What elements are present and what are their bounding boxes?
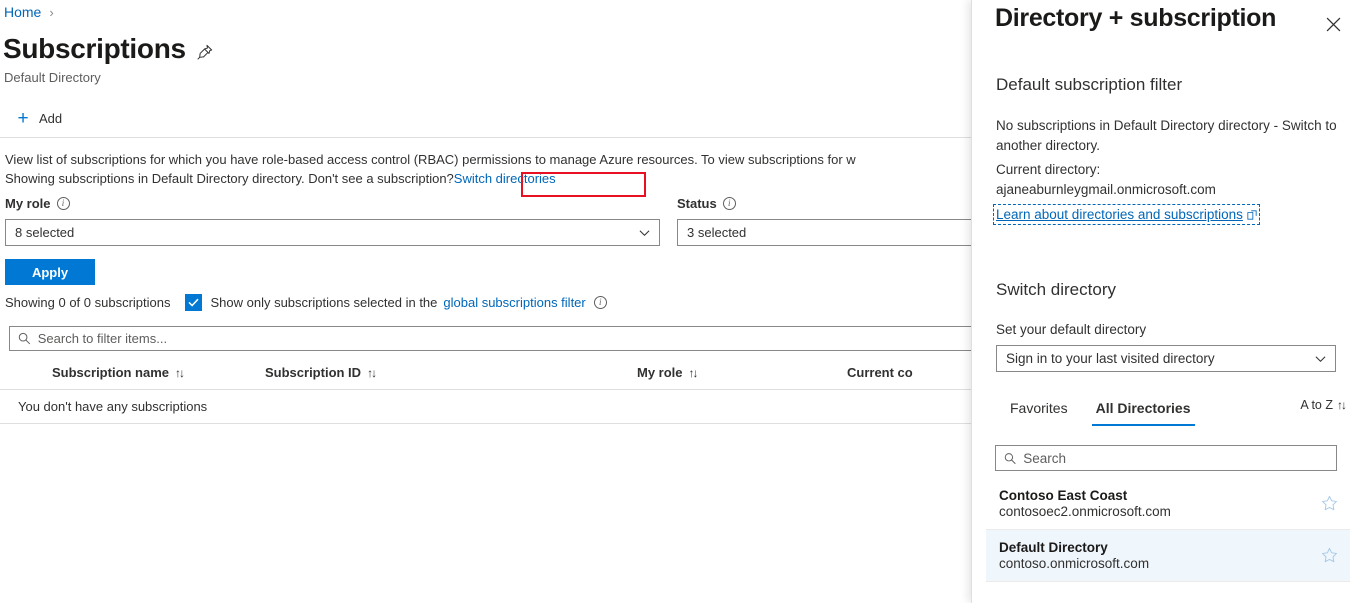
- directory-texts: Default Directory contoso.onmicrosoft.co…: [999, 540, 1318, 571]
- plus-icon: +: [15, 109, 31, 128]
- subscriptions-blade: Home › Subscriptions Default Directory +…: [0, 0, 971, 603]
- tab-favorites[interactable]: Favorites: [996, 396, 1082, 426]
- apply-button[interactable]: Apply: [5, 259, 95, 285]
- star-icon: [1321, 547, 1338, 564]
- current-directory-label: Current directory:: [996, 160, 1346, 180]
- close-button[interactable]: [1317, 8, 1349, 40]
- default-directory-select[interactable]: Sign in to your last visited directory: [996, 345, 1336, 372]
- directory-list: Contoso East Coast contosoec2.onmicrosof…: [972, 478, 1363, 582]
- learn-about-directories-link[interactable]: Learn about directories and subscription…: [996, 207, 1257, 222]
- search-icon: [18, 332, 31, 345]
- chevron-down-icon: [639, 227, 650, 238]
- sort-icon: ↑↓: [689, 366, 697, 380]
- subscriptions-table: Subscription name ↑↓ Subscription ID ↑↓ …: [0, 356, 971, 424]
- column-header-subscription-id[interactable]: Subscription ID ↑↓: [265, 356, 637, 389]
- directory-domain: contoso.onmicrosoft.com: [999, 556, 1318, 571]
- directory-search-input[interactable]: [1023, 451, 1328, 466]
- command-bar: + Add: [0, 99, 971, 138]
- info-icon[interactable]: i: [57, 197, 70, 210]
- blade-description: View list of subscriptions for which you…: [5, 150, 971, 188]
- column-header-subscription-name[interactable]: Subscription name ↑↓: [0, 356, 265, 389]
- star-icon: [1321, 495, 1338, 512]
- my-role-select[interactable]: 8 selected: [5, 219, 660, 246]
- table-header-row: Subscription name ↑↓ Subscription ID ↑↓ …: [0, 356, 971, 390]
- status-label-row: Status i: [677, 196, 971, 211]
- external-link-icon: [1247, 210, 1257, 220]
- current-directory-value: ajaneaburnleygmail.onmicrosoft.com: [996, 180, 1346, 200]
- my-role-filter: My role i 8 selected: [5, 196, 660, 246]
- directory-name: Contoso East Coast: [999, 488, 1318, 503]
- info-icon[interactable]: i: [594, 296, 607, 309]
- my-role-label: My role: [5, 196, 51, 211]
- pin-button[interactable]: [193, 40, 217, 64]
- status-filter: Status i 3 selected: [677, 196, 971, 246]
- directory-tabs: Favorites All Directories: [996, 396, 1205, 426]
- search-icon: [1004, 452, 1016, 465]
- status-label: Status: [677, 196, 717, 211]
- column-header-current-cost[interactable]: Current co: [847, 356, 913, 389]
- checkmark-icon: [188, 298, 199, 307]
- breadcrumb-separator-icon: ›: [49, 5, 53, 20]
- page-title: Subscriptions: [3, 31, 186, 67]
- global-filter-checkbox-label: Show only subscriptions selected in the: [210, 295, 437, 310]
- sort-icon: ↑↓: [175, 366, 183, 380]
- switch-directories-link[interactable]: Switch directories: [454, 171, 556, 186]
- close-icon: [1326, 17, 1341, 32]
- directory-domain: contosoec2.onmicrosoft.com: [999, 504, 1318, 519]
- column-header-label: Subscription ID: [265, 365, 361, 380]
- global-subscriptions-filter-link[interactable]: global subscriptions filter: [443, 295, 585, 310]
- sort-icon: ↑↓: [367, 366, 375, 380]
- sort-a-to-z-button[interactable]: A to Z ↑↓: [1300, 398, 1345, 412]
- search-input[interactable]: [38, 331, 971, 346]
- sort-label: A to Z: [1300, 398, 1333, 412]
- default-subscription-filter-heading: Default subscription filter: [996, 75, 1182, 95]
- description-line-1: View list of subscriptions for which you…: [5, 150, 971, 169]
- favorite-star-icon[interactable]: [1318, 493, 1340, 515]
- no-subscriptions-text: No subscriptions in Default Directory di…: [996, 116, 1346, 156]
- status-select-value: 3 selected: [687, 225, 746, 240]
- favorite-star-icon[interactable]: [1318, 545, 1340, 567]
- default-directory-select-value: Sign in to your last visited directory: [1006, 351, 1215, 366]
- directory-search[interactable]: [995, 445, 1337, 471]
- showing-subscriptions-row: Showing 0 of 0 subscriptions Show only s…: [5, 294, 607, 311]
- switch-directory-heading: Switch directory: [996, 280, 1116, 300]
- info-icon[interactable]: i: [723, 197, 736, 210]
- panel-title: Directory + subscription: [995, 4, 1276, 33]
- page-subtitle: Default Directory: [4, 70, 101, 85]
- column-header-label: My role: [637, 365, 683, 380]
- learn-link-label: Learn about directories and subscription…: [996, 207, 1243, 222]
- list-item[interactable]: Contoso East Coast contosoec2.onmicrosof…: [986, 478, 1350, 530]
- tab-all-directories[interactable]: All Directories: [1082, 396, 1205, 426]
- pin-icon: [196, 43, 214, 61]
- description-line-2-text: Showing subscriptions in Default Directo…: [5, 171, 454, 186]
- directory-subscription-panel: Directory + subscription Default subscri…: [971, 0, 1363, 603]
- breadcrumb: Home ›: [4, 4, 54, 20]
- list-item[interactable]: Default Directory contoso.onmicrosoft.co…: [986, 530, 1350, 582]
- table-empty-row: You don't have any subscriptions: [0, 390, 971, 424]
- column-header-label: Current co: [847, 365, 913, 380]
- status-select[interactable]: 3 selected: [677, 219, 971, 246]
- directory-texts: Contoso East Coast contosoec2.onmicrosof…: [999, 488, 1318, 519]
- set-default-directory-label: Set your default directory: [996, 322, 1146, 337]
- column-header-label: Subscription name: [52, 365, 169, 380]
- my-role-label-row: My role i: [5, 196, 660, 211]
- description-line-2: Showing subscriptions in Default Directo…: [5, 169, 971, 188]
- column-header-my-role[interactable]: My role ↑↓: [637, 356, 847, 389]
- table-empty-message: You don't have any subscriptions: [18, 399, 207, 414]
- add-button[interactable]: + Add: [7, 103, 72, 133]
- breadcrumb-home-link[interactable]: Home: [4, 4, 41, 20]
- global-filter-checkbox[interactable]: [185, 294, 202, 311]
- showing-count-text: Showing 0 of 0 subscriptions: [5, 295, 170, 310]
- chevron-down-icon: [1315, 353, 1326, 364]
- sort-icon: ↑↓: [1337, 398, 1345, 412]
- directory-name: Default Directory: [999, 540, 1318, 555]
- add-button-label: Add: [39, 111, 62, 126]
- my-role-select-value: 8 selected: [15, 225, 74, 240]
- filter-items-search[interactable]: [9, 326, 971, 351]
